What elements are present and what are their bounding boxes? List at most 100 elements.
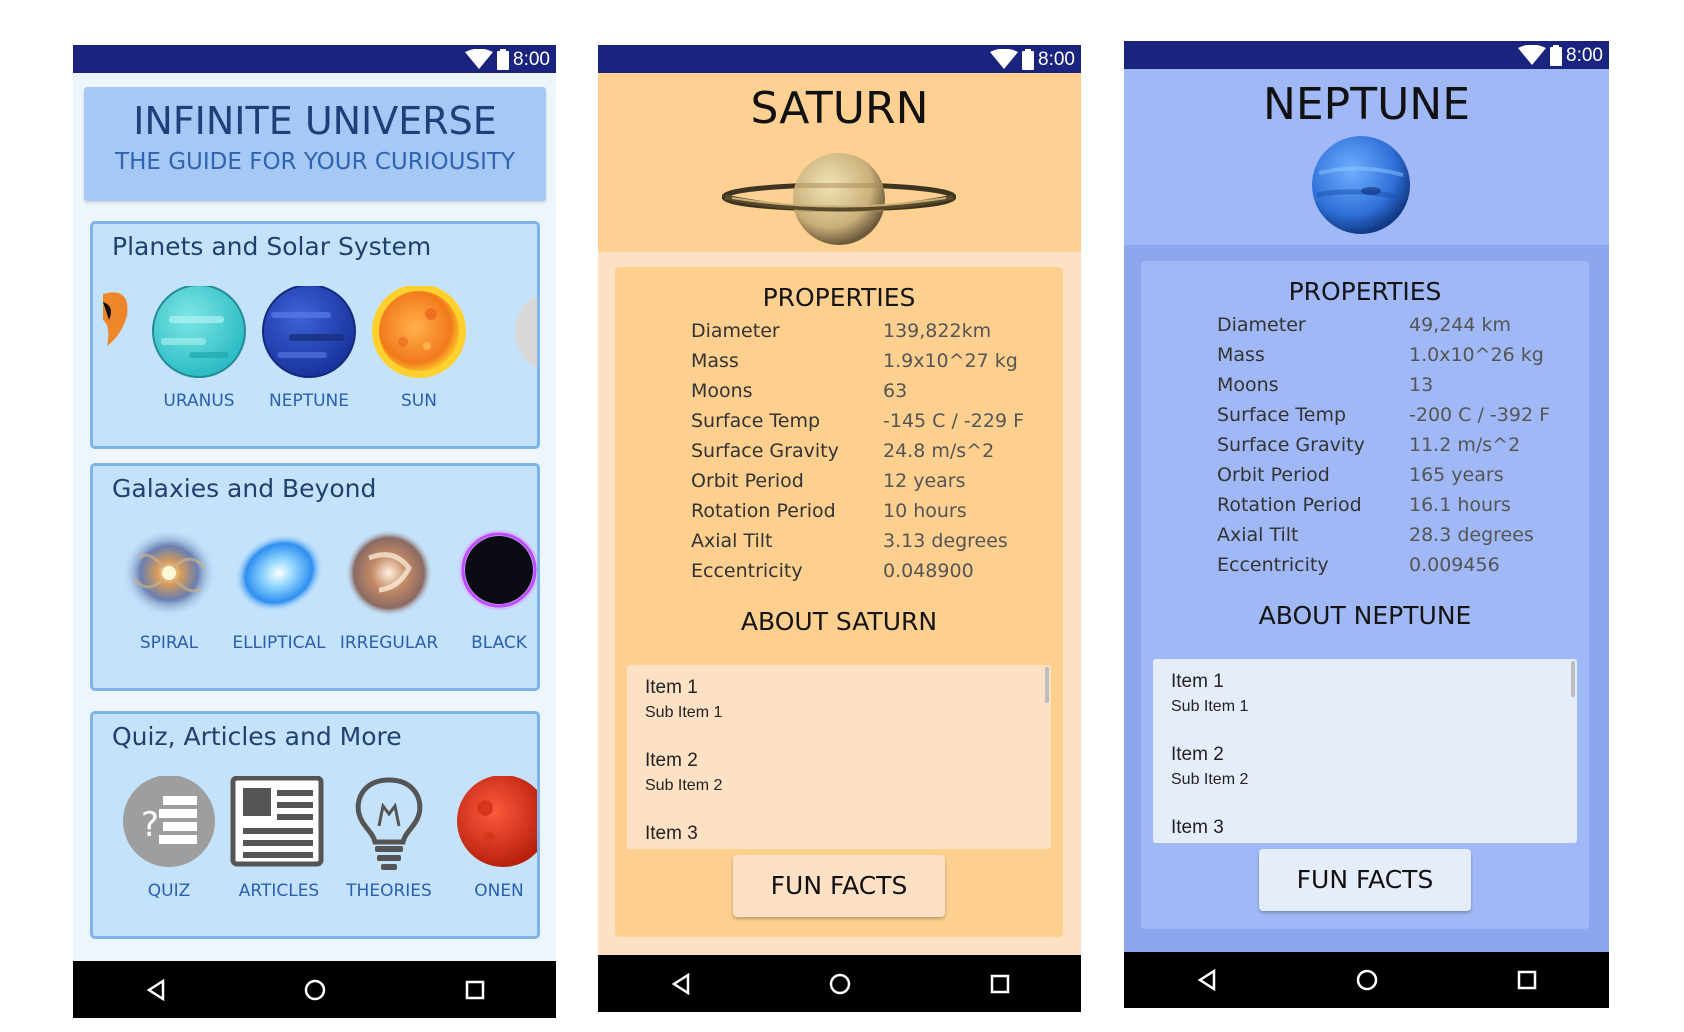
galaxy-tile-elliptical[interactable]: ELLIPTICAL bbox=[223, 528, 335, 678]
properties-title: PROPERTIES bbox=[1288, 277, 1442, 306]
partial-moon-icon[interactable] bbox=[511, 290, 540, 380]
planet-title: NEPTUNE bbox=[1262, 79, 1471, 130]
list-item-title: Item 2 bbox=[645, 750, 698, 771]
red-planet-icon bbox=[457, 776, 537, 867]
tile-articles[interactable]: ARTICLES bbox=[223, 776, 335, 926]
galaxy-tile-black[interactable]: BLACK bbox=[443, 528, 537, 678]
home-icon[interactable] bbox=[1355, 968, 1379, 992]
section-title: Planets and Solar System bbox=[112, 232, 432, 261]
tile-onen[interactable]: ONEN bbox=[443, 776, 537, 926]
app-subtitle: THE GUIDE FOR YOUR CURIOUSITY bbox=[115, 149, 515, 175]
property-key: Orbit Period bbox=[691, 470, 804, 492]
property-row: Moons 63 bbox=[691, 380, 1051, 410]
back-icon[interactable] bbox=[670, 972, 692, 995]
property-row: Surface Temp -145 C / -229 F bbox=[691, 410, 1051, 440]
partial-planet-icon[interactable] bbox=[97, 286, 133, 356]
battery-icon bbox=[497, 49, 509, 70]
elliptical-galaxy-icon bbox=[234, 533, 324, 613]
property-value: 24.8 m/s^2 bbox=[883, 440, 995, 462]
property-key: Moons bbox=[1217, 374, 1279, 396]
status-bar: 8:00 bbox=[1124, 41, 1609, 69]
about-title: ABOUT SATURN bbox=[740, 607, 938, 636]
property-key: Moons bbox=[691, 380, 753, 402]
clock: 8:00 bbox=[1038, 49, 1075, 70]
clock: 8:00 bbox=[1566, 45, 1603, 66]
property-row: Eccentricity 0.048900 bbox=[691, 560, 1051, 590]
home-icon[interactable] bbox=[303, 978, 327, 1002]
status-bar: 8:00 bbox=[73, 45, 556, 73]
galaxies-carousel[interactable]: SPIRAL ELLIPTICAL IRREGULAR BLACK bbox=[93, 528, 537, 678]
property-key: Eccentricity bbox=[1217, 554, 1329, 576]
scrollbar[interactable] bbox=[1045, 667, 1049, 703]
list-item[interactable]: Item 2 Sub Item 2 bbox=[645, 750, 722, 795]
property-value: 63 bbox=[883, 380, 908, 402]
wifi-icon bbox=[990, 49, 1018, 69]
home-icon[interactable] bbox=[828, 972, 852, 996]
list-item[interactable]: Item 2 Sub Item 2 bbox=[1171, 744, 1248, 789]
about-list[interactable]: Item 1 Sub Item 1 Item 2 Sub Item 2 Item 3 bbox=[627, 665, 1051, 849]
property-value: 1.9x10^27 kg bbox=[883, 350, 1018, 372]
navigation-bar bbox=[73, 961, 556, 1018]
property-key: Orbit Period bbox=[1217, 464, 1330, 486]
planet-header: NEPTUNE bbox=[1124, 69, 1609, 245]
property-key: Surface Temp bbox=[1217, 404, 1347, 426]
app-title: INFINITE UNIVERSE bbox=[133, 99, 497, 143]
property-key: Surface Temp bbox=[691, 410, 821, 432]
black-hole-icon bbox=[459, 530, 537, 610]
list-item-subtitle: Sub Item 1 bbox=[645, 704, 723, 721]
planet-tile-neptune[interactable]: NEPTUNE bbox=[253, 286, 365, 436]
neptune-icon bbox=[262, 286, 356, 378]
list-item[interactable]: Item 3 bbox=[645, 823, 698, 845]
recents-icon[interactable] bbox=[465, 980, 485, 1000]
property-row: Axial Tilt 28.3 degrees bbox=[1217, 524, 1577, 554]
property-value: 3.13 degrees bbox=[883, 530, 1008, 552]
back-icon[interactable] bbox=[1196, 969, 1218, 991]
property-key: Diameter bbox=[1217, 314, 1306, 336]
tile-quiz[interactable]: ? QUIZ bbox=[113, 776, 225, 926]
clock: 8:00 bbox=[513, 49, 550, 70]
property-value: -200 C / -392 F bbox=[1409, 404, 1550, 426]
recents-icon[interactable] bbox=[1517, 970, 1537, 990]
planets-carousel[interactable]: URANUS NEPTUNE SUN bbox=[93, 286, 537, 436]
property-key: Surface Gravity bbox=[691, 440, 839, 462]
property-value: 0.048900 bbox=[883, 560, 974, 582]
property-row: Rotation Period 10 hours bbox=[691, 500, 1051, 530]
planet-tile-uranus[interactable]: URANUS bbox=[143, 286, 255, 436]
about-title: ABOUT NEPTUNE bbox=[1258, 601, 1472, 630]
property-value: 139,822km bbox=[883, 320, 992, 342]
lightbulb-icon bbox=[355, 777, 423, 870]
tile-label: SUN bbox=[401, 391, 437, 411]
fun-facts-button[interactable]: FUN FACTS bbox=[733, 855, 945, 917]
list-item[interactable]: Item 1 Sub Item 1 bbox=[645, 677, 722, 722]
property-row: Surface Gravity 11.2 m/s^2 bbox=[1217, 434, 1577, 464]
property-row: Rotation Period 16.1 hours bbox=[1217, 494, 1577, 524]
properties-panel: PROPERTIES Diameter 49,244 km Mass 1.0x10^… bbox=[1141, 261, 1589, 929]
about-list[interactable]: Item 1 Sub Item 1 Item 2 Sub Item 2 Item 3 bbox=[1153, 659, 1577, 843]
navigation-bar bbox=[598, 955, 1081, 1012]
property-row: Surface Temp -200 C / -392 F bbox=[1217, 404, 1577, 434]
property-key: Diameter bbox=[691, 320, 780, 342]
galaxies-card: Galaxies and Beyond SPIRAL ELLIPTICAL IR… bbox=[90, 463, 540, 691]
back-icon[interactable] bbox=[145, 978, 167, 1001]
tile-label: BLACK bbox=[471, 633, 527, 653]
property-key: Mass bbox=[691, 350, 739, 372]
list-item[interactable]: Item 3 bbox=[1171, 817, 1224, 839]
property-value: 165 years bbox=[1409, 464, 1504, 486]
scrollbar[interactable] bbox=[1571, 661, 1575, 697]
battery-icon bbox=[1550, 45, 1562, 66]
newspaper-icon bbox=[230, 776, 324, 867]
quiz-icon: ? bbox=[123, 776, 215, 867]
galaxy-tile-irregular[interactable]: IRREGULAR bbox=[333, 528, 445, 678]
planet-tile-sun[interactable]: SUN bbox=[363, 286, 475, 436]
recents-icon[interactable] bbox=[990, 974, 1010, 994]
sun-icon bbox=[372, 286, 466, 378]
fun-facts-button[interactable]: FUN FACTS bbox=[1259, 849, 1471, 911]
property-value: 12 years bbox=[883, 470, 966, 492]
list-item[interactable]: Item 1 Sub Item 1 bbox=[1171, 671, 1248, 716]
tile-theories[interactable]: THEORIES bbox=[333, 776, 445, 926]
more-carousel[interactable]: ? QUIZ ARTICLES THEORIES ONEN bbox=[93, 776, 537, 926]
list-item-title: Item 1 bbox=[645, 677, 698, 698]
property-key: Axial Tilt bbox=[1217, 524, 1299, 546]
galaxy-tile-spiral[interactable]: SPIRAL bbox=[113, 528, 225, 678]
planet-title: SATURN bbox=[750, 83, 929, 134]
